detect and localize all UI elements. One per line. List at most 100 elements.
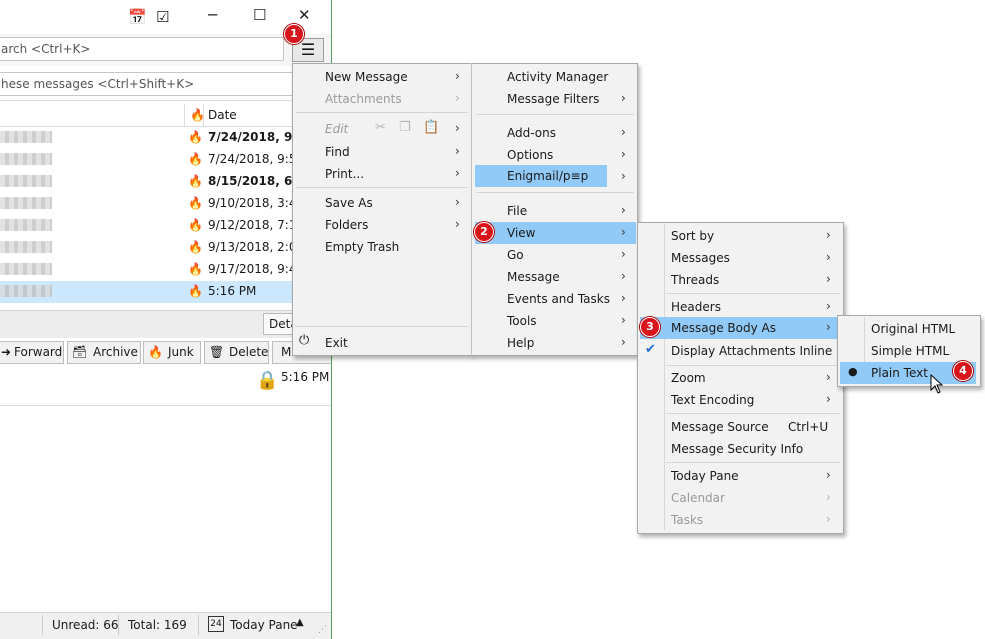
today-pane-button[interactable]: 24 Today Pane ▲ bbox=[204, 614, 312, 636]
menu-item-attachments[interactable]: Attachments › bbox=[325, 88, 469, 110]
menu-item-edit[interactable]: Edit ✂ ❐ 📋 › bbox=[325, 118, 469, 140]
chevron-right-icon: › bbox=[826, 468, 831, 482]
divider bbox=[198, 615, 199, 635]
lock-icon[interactable]: 🔒 bbox=[256, 370, 278, 391]
message-row[interactable]: 🔥 9/17/2018, 9:44 bbox=[0, 259, 331, 281]
chevron-right-icon: › bbox=[621, 291, 626, 305]
hamburger-icon: ☰ bbox=[300, 40, 316, 59]
minimize-icon[interactable]: ─ bbox=[208, 6, 217, 24]
junk-button[interactable]: 🔥 Junk bbox=[143, 341, 201, 364]
menu-item-sort-by[interactable]: Sort by › bbox=[640, 225, 840, 247]
forward-button[interactable]: ➜ Forward bbox=[0, 341, 64, 364]
junk-icon[interactable]: 🔥 bbox=[188, 262, 203, 276]
junk-icon[interactable]: 🔥 bbox=[188, 196, 203, 210]
junk-icon[interactable]: 🔥 bbox=[188, 284, 203, 298]
tasks-icon[interactable]: ☑ bbox=[156, 8, 169, 26]
menu-item-today-pane[interactable]: Today Pane › bbox=[640, 465, 840, 487]
delete-button[interactable]: 🗑 Delete bbox=[204, 341, 269, 364]
menu-item-text-encoding[interactable]: Text Encoding › bbox=[640, 389, 840, 411]
total-count: Total: 169 bbox=[128, 618, 187, 632]
message-row[interactable]: 🔥 9/10/2018, 3:46 bbox=[0, 193, 331, 215]
sender-blurred bbox=[0, 219, 52, 231]
junk-column-icon[interactable]: 🔥 bbox=[190, 108, 205, 122]
archive-button[interactable]: 🗃 Archive bbox=[67, 341, 141, 364]
paste-icon[interactable]: 📋 bbox=[423, 120, 439, 135]
copy-icon[interactable]: ❐ bbox=[399, 120, 411, 135]
message-date: 7/24/2018, 9:5 bbox=[208, 130, 306, 144]
menu-item-message-source[interactable]: Message Source Ctrl+U bbox=[640, 416, 840, 438]
close-icon[interactable]: ✕ bbox=[298, 6, 311, 24]
cut-icon[interactable]: ✂ bbox=[375, 120, 386, 135]
junk-icon[interactable]: 🔥 bbox=[188, 130, 203, 144]
junk-icon[interactable]: 🔥 bbox=[188, 218, 203, 232]
menu-item-options[interactable]: Options › bbox=[475, 144, 635, 166]
divider bbox=[666, 462, 840, 463]
message-row[interactable]: 🔥 9/12/2018, 7:10 bbox=[0, 215, 331, 237]
menu-item-help[interactable]: Help › bbox=[475, 332, 635, 354]
message-row[interactable]: 🔥 7/24/2018, 9:5 bbox=[0, 127, 331, 149]
message-row[interactable]: 🔥 7/24/2018, 9:52 bbox=[0, 149, 331, 171]
menu-item-view[interactable]: View › bbox=[475, 222, 636, 244]
divider bbox=[0, 405, 331, 406]
divider bbox=[296, 112, 468, 113]
junk-icon[interactable]: 🔥 bbox=[188, 152, 203, 166]
message-date: 5:16 PM bbox=[208, 284, 257, 298]
date-column-header[interactable]: Date bbox=[208, 108, 237, 122]
message-date: 8/15/2018, 6:0 bbox=[208, 174, 306, 188]
message-row-selected[interactable]: 🔥 5:16 PM bbox=[0, 281, 331, 303]
chevron-right-icon: › bbox=[455, 69, 460, 83]
menu-item-tools[interactable]: Tools › bbox=[475, 310, 635, 332]
chevron-right-icon: › bbox=[455, 121, 460, 135]
sender-blurred bbox=[0, 285, 52, 297]
menu-item-events-and-tasks[interactable]: Events and Tasks › bbox=[475, 288, 635, 310]
menu-item-tasks[interactable]: Tasks › bbox=[640, 509, 840, 531]
menu-item-exit[interactable]: Exit bbox=[325, 332, 469, 354]
menu-item-activity-manager[interactable]: Activity Manager bbox=[475, 66, 635, 88]
chevron-right-icon: › bbox=[455, 144, 460, 158]
junk-icon[interactable]: 🔥 bbox=[188, 240, 203, 254]
resize-grip-icon[interactable]: ⋰ bbox=[318, 625, 327, 635]
menu-item-add-ons[interactable]: Add-ons › bbox=[475, 122, 635, 144]
search-input[interactable]: arch <Ctrl+K> bbox=[0, 37, 284, 61]
menu-item-print[interactable]: Print... › bbox=[325, 163, 469, 185]
archive-label: Archive bbox=[93, 345, 138, 359]
menu-item-simple-html[interactable]: Simple HTML bbox=[840, 340, 976, 362]
menu-item-file[interactable]: File › bbox=[475, 200, 635, 222]
menu-item-message-security-info[interactable]: Message Security Info bbox=[640, 438, 840, 460]
chevron-right-icon: › bbox=[621, 335, 626, 349]
calendar-icon[interactable]: 📅 bbox=[128, 8, 147, 26]
chevron-right-icon: › bbox=[621, 225, 626, 239]
junk-icon[interactable]: 🔥 bbox=[188, 174, 203, 188]
column-separator[interactable] bbox=[184, 104, 185, 126]
menu-item-message-body-as[interactable]: Message Body As › bbox=[640, 317, 840, 339]
menu-item-folders[interactable]: Folders › bbox=[325, 214, 469, 236]
menu-item-display-attachments-inline[interactable]: Display Attachments Inline bbox=[640, 340, 840, 362]
menu-item-headers[interactable]: Headers › bbox=[640, 296, 840, 318]
step-badge-4: 4 bbox=[953, 361, 973, 381]
menu-item-find[interactable]: Find › bbox=[325, 141, 469, 163]
menu-item-enigmail[interactable]: Enigmail/p≡p bbox=[475, 165, 607, 187]
menu-item-messages[interactable]: Messages › bbox=[640, 247, 840, 269]
radio-dot-icon: ● bbox=[848, 365, 858, 378]
message-date: 9/10/2018, 3:46 bbox=[208, 196, 305, 210]
menu-item-original-html[interactable]: Original HTML bbox=[840, 318, 976, 340]
menu-item-message[interactable]: Message › bbox=[475, 266, 635, 288]
message-date: 9/12/2018, 7:10 bbox=[208, 218, 305, 232]
menu-item-zoom[interactable]: Zoom › bbox=[640, 367, 840, 389]
search-placeholder: arch <Ctrl+K> bbox=[1, 42, 91, 56]
menu-item-threads[interactable]: Threads › bbox=[640, 269, 840, 291]
menu-item-save-as[interactable]: Save As › bbox=[325, 192, 469, 214]
maximize-icon[interactable]: ☐ bbox=[253, 6, 266, 24]
message-row[interactable]: 🔥 8/15/2018, 6:0 bbox=[0, 171, 331, 193]
message-row[interactable]: 🔥 9/13/2018, 2:07 bbox=[0, 237, 331, 259]
step-badge-2: 2 bbox=[474, 222, 494, 242]
shortcut-label: Ctrl+U bbox=[788, 420, 829, 434]
menu-item-calendar[interactable]: Calendar › bbox=[640, 487, 840, 509]
menu-item-go[interactable]: Go › bbox=[475, 244, 635, 266]
menu-item-message-filters[interactable]: Message Filters › bbox=[475, 88, 635, 110]
message-date: 7/24/2018, 9:52 bbox=[208, 152, 305, 166]
chevron-right-icon: › bbox=[826, 320, 831, 334]
menu-item-empty-trash[interactable]: Empty Trash bbox=[325, 236, 469, 258]
filter-input[interactable]: hese messages <Ctrl+Shift+K> bbox=[0, 72, 300, 96]
menu-item-new-message[interactable]: New Message › bbox=[325, 66, 469, 88]
